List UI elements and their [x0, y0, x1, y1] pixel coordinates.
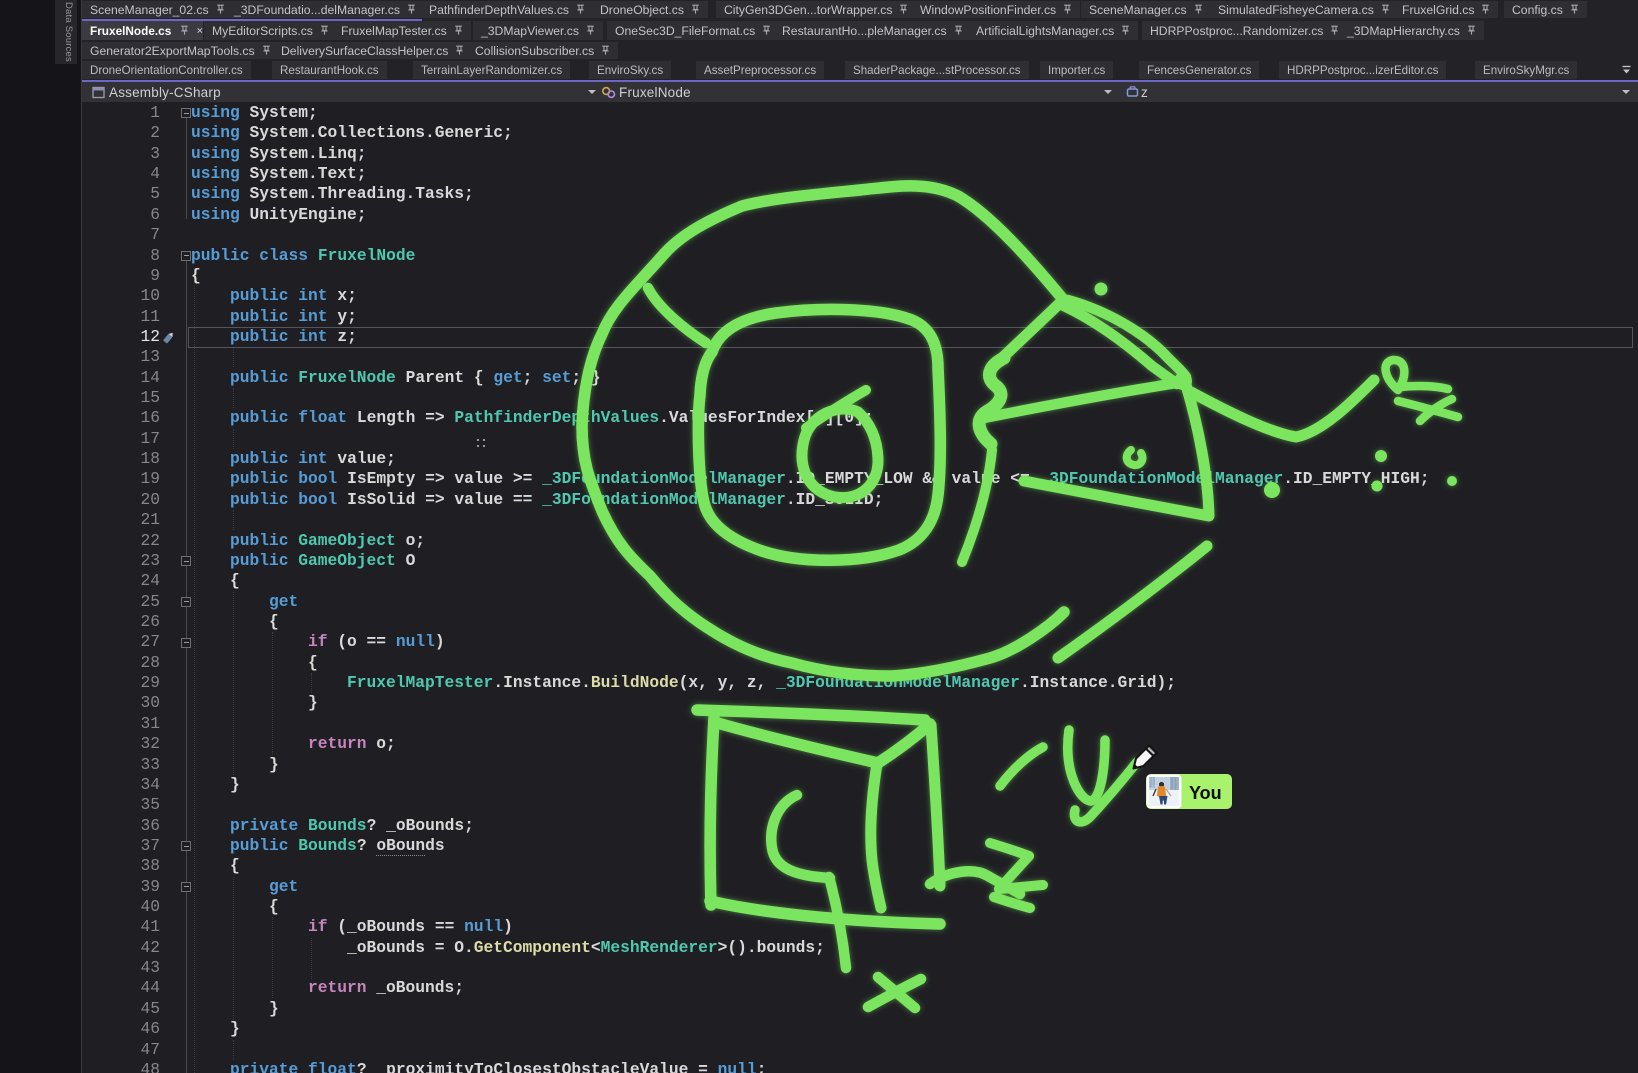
svg-text:You: You: [1189, 783, 1222, 803]
